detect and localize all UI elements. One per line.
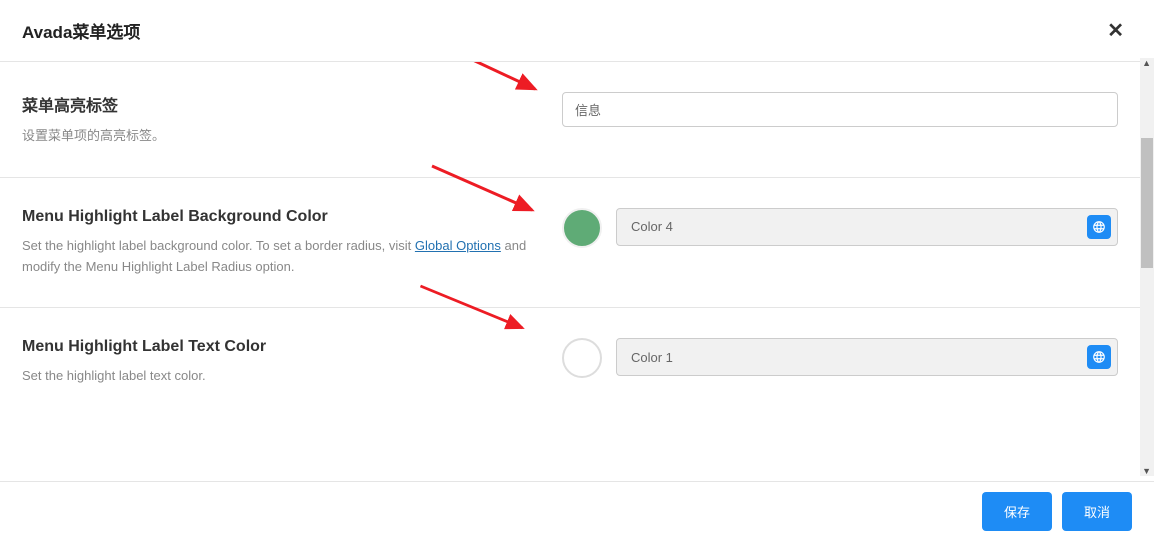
color-swatch[interactable] [562, 208, 602, 248]
desc-text-pre: Set the highlight label background color… [22, 238, 415, 253]
dialog-footer: 保存 取消 [0, 481, 1154, 541]
setting-row-text-color: Menu Highlight Label Text Color Set the … [0, 308, 1140, 417]
highlight-label-input[interactable] [562, 92, 1118, 127]
setting-control [562, 92, 1118, 147]
setting-desc: 设置菜单项的高亮标签。 [22, 126, 562, 147]
setting-title: Menu Highlight Label Text Color [22, 338, 562, 356]
scroll-up-icon[interactable]: ▲ [1142, 58, 1151, 68]
global-options-link[interactable]: Global Options [415, 238, 501, 253]
setting-control: Color 1 [562, 338, 1118, 387]
setting-title: 菜单高亮标签 [22, 92, 562, 116]
color-select-label: Color 1 [631, 350, 1087, 365]
color-select-text[interactable]: Color 1 [616, 338, 1118, 376]
scroll-down-icon[interactable]: ▼ [1142, 466, 1151, 476]
globe-button[interactable] [1087, 215, 1111, 239]
dialog-title: Avada菜单选项 [22, 18, 140, 43]
setting-control: Color 4 [562, 208, 1118, 278]
dialog-header: Avada菜单选项 ✕ [0, 0, 1154, 62]
setting-desc: Set the highlight label text color. [22, 366, 562, 387]
globe-icon [1092, 220, 1106, 234]
color-swatch[interactable] [562, 338, 602, 378]
color-select-bg[interactable]: Color 4 [616, 208, 1118, 246]
scrollbar-thumb[interactable] [1141, 138, 1153, 268]
setting-info: Menu Highlight Label Background Color Se… [22, 208, 562, 278]
globe-icon [1092, 350, 1106, 364]
setting-info: 菜单高亮标签 设置菜单项的高亮标签。 [22, 92, 562, 147]
setting-desc: Set the highlight label background color… [22, 236, 562, 278]
setting-title: Menu Highlight Label Background Color [22, 208, 562, 226]
save-button[interactable]: 保存 [982, 492, 1052, 531]
setting-row-bg-color: Menu Highlight Label Background Color Se… [0, 178, 1140, 309]
cancel-button[interactable]: 取消 [1062, 492, 1132, 531]
scrollbar-track[interactable]: ▲ ▼ [1140, 58, 1154, 476]
settings-content: 菜单高亮标签 设置菜单项的高亮标签。 Menu Highlight Label … [0, 62, 1140, 482]
setting-info: Menu Highlight Label Text Color Set the … [22, 338, 562, 387]
globe-button[interactable] [1087, 345, 1111, 369]
color-select-label: Color 4 [631, 219, 1087, 234]
setting-row-highlight-label: 菜单高亮标签 设置菜单项的高亮标签。 [0, 62, 1140, 178]
close-icon[interactable]: ✕ [1099, 14, 1132, 47]
